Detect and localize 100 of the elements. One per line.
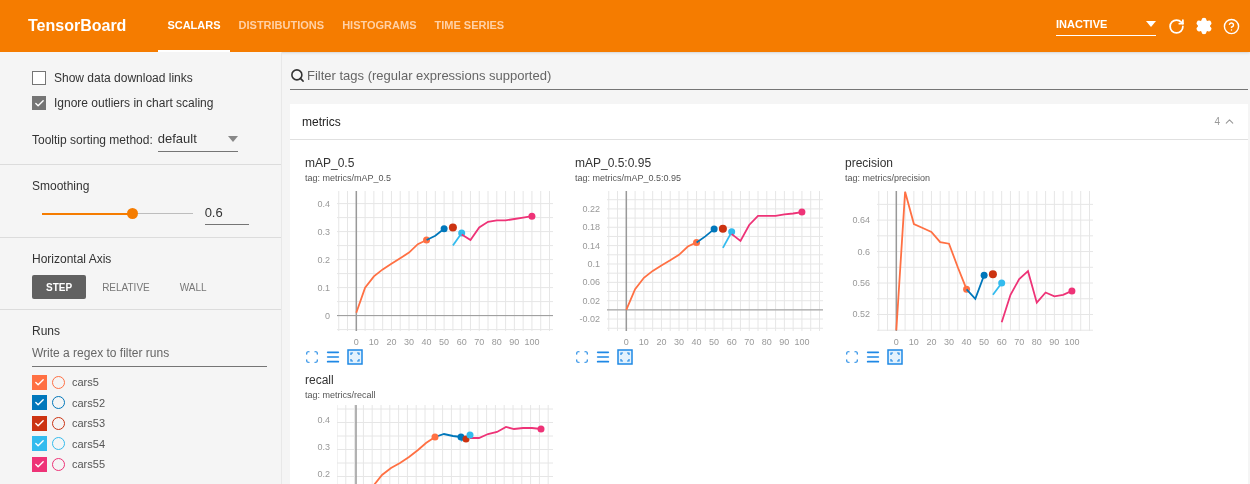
run-checkbox[interactable] (32, 456, 47, 472)
expand-chart-button[interactable] (575, 349, 589, 364)
run-name: cars52 (72, 395, 106, 411)
axis-tick-label: 0 (893, 336, 899, 347)
point-marker (448, 222, 457, 231)
axis-tick-label: 90 (1049, 336, 1060, 347)
run-filter-field[interactable]: Write a regex to filter runs (32, 344, 267, 367)
checkbox[interactable] (32, 71, 46, 85)
axis-tick-label: 0.06 (582, 276, 600, 287)
axis-tick-label: 50 (439, 336, 450, 347)
frame-icon (347, 348, 363, 365)
fit-domain-button[interactable] (347, 348, 363, 365)
end-marker (423, 236, 431, 243)
axis-tick-label: 20 (926, 336, 937, 347)
end-marker (963, 285, 971, 293)
run-checkbox[interactable] (32, 374, 47, 390)
run-checkbox[interactable] (32, 415, 47, 431)
check-icon (34, 417, 45, 429)
expand-chart-button[interactable] (845, 349, 859, 364)
frame-icon (887, 348, 903, 365)
axis-tick-label: 0.56 (852, 277, 870, 288)
smoothing-slider[interactable] (42, 207, 193, 220)
axis-tick-label: 50 (709, 336, 720, 347)
option-label: Show data download links (54, 70, 193, 87)
sorting-dropdown[interactable]: default (157, 129, 238, 152)
axis-tick-label: 80 (1031, 336, 1042, 347)
axis-tick-label: 0.1 (317, 282, 330, 293)
axis-tick-label: 80 (761, 336, 772, 347)
axis-tick-label: 50 (979, 336, 990, 347)
chart-title: mAP_0.5:0.95 (574, 155, 653, 172)
axis-tick-label: 70 (744, 336, 755, 347)
axis-tick-label: 0.3 (317, 226, 330, 237)
caret-icon (1146, 21, 1156, 27)
section-label: Runs (32, 323, 61, 340)
axis-option-button[interactable]: RELATIVE (88, 275, 164, 299)
nav-tab[interactable]: HISTOGRAMS (333, 0, 426, 52)
axis-tick-label: 30 (944, 336, 954, 347)
chart-tag: tag: metrics/precision (830, 172, 1098, 186)
run-checkbox[interactable] (32, 395, 47, 411)
axis-tick-label: 90 (509, 336, 520, 347)
axis-tick-label: 100 (524, 336, 540, 347)
axis-option-button[interactable]: STEP (32, 275, 87, 299)
run-name: cars54 (72, 436, 106, 452)
axis-tick-label: 60 (726, 336, 737, 347)
fit-domain-button[interactable] (617, 348, 633, 365)
fit-domain-button[interactable] (887, 348, 903, 365)
expand-chart-button[interactable] (305, 349, 319, 364)
corners-icon (845, 349, 859, 364)
nav-tab[interactable]: TIME SERIES (425, 0, 514, 52)
checkbox[interactable] (32, 96, 46, 110)
axis-tick-label: 100 (794, 336, 810, 347)
axis-tick-label: 40 (421, 336, 432, 347)
axis-tick-label: 90 (779, 336, 790, 347)
axis-tick-label: 80 (491, 336, 502, 347)
help-icon (1223, 17, 1240, 35)
axis-tick-label: 0.52 (852, 309, 870, 319)
settings-icon (1195, 17, 1213, 35)
collapse-button[interactable]: 4 (1214, 114, 1236, 129)
section-label: Horizontal Axis (32, 251, 113, 268)
axis-tick-label: 0 (623, 336, 629, 347)
smoothing-value-field[interactable]: 0.6 (204, 202, 249, 225)
tooltip-sorting-label: Tooltip sorting method: (32, 132, 153, 150)
end-marker (528, 212, 536, 220)
point-marker (718, 224, 727, 233)
run-name: cars5 (72, 375, 99, 390)
axis-tick-label: 10 (638, 336, 649, 347)
end-marker (1068, 286, 1076, 294)
axis-tick-label: 10 (908, 336, 919, 347)
run-checkbox[interactable] (32, 436, 47, 452)
axis-tick-label: 0.18 (582, 221, 600, 232)
check-icon (33, 97, 45, 109)
axis-tick-label: 0 (325, 310, 330, 321)
point-marker (988, 269, 997, 278)
end-marker (798, 208, 806, 216)
run-selector[interactable]: INACTIVE (1056, 15, 1156, 37)
axis-tick-label: 0.2 (317, 254, 330, 265)
frame-icon (617, 348, 633, 365)
corners-icon (305, 349, 319, 364)
axis-tick-label: -0.02 (579, 313, 600, 324)
axis-tick-label: 0.4 (317, 198, 330, 209)
axis-tick-label: 0.02 (582, 295, 600, 306)
axis-tick-label: 100 (1064, 336, 1080, 347)
chart-tag: tag: metrics/recall (290, 388, 558, 402)
end-marker (728, 227, 736, 235)
nav-tab[interactable]: DISTRIBUTIONS (229, 0, 334, 52)
end-marker (710, 225, 718, 233)
axis-tick-label: 0.22 (582, 203, 600, 214)
end-marker (693, 238, 701, 246)
axis-tick-label: 0.64 (852, 214, 870, 225)
tag-filter-field[interactable]: Filter tags (regular expressions supported) (290, 62, 1248, 90)
section-label: Smoothing (32, 177, 91, 195)
axis-option-button[interactable]: WALL (165, 275, 221, 299)
axis-tick-label: 60 (456, 336, 467, 347)
end-marker (537, 425, 545, 433)
axis-tick-label: 0.2 (317, 469, 330, 480)
axis-tick-label: 30 (674, 336, 684, 347)
search-icon (290, 68, 305, 83)
chart-tag: tag: metrics/mAP_0.5 (290, 172, 558, 186)
run-name: cars55 (72, 457, 106, 472)
end-marker (440, 224, 448, 232)
